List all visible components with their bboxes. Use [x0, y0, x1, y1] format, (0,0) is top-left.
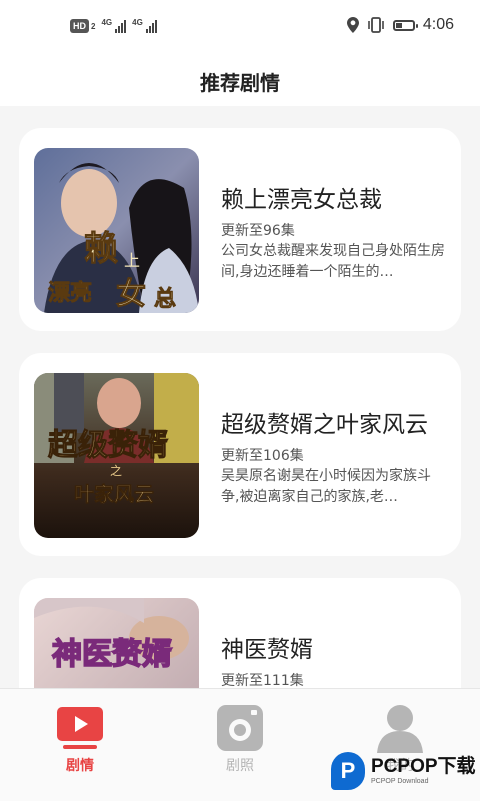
svg-text:女: 女 — [116, 277, 146, 312]
episode-count: 更新至111集 — [221, 673, 304, 689]
svg-text:神医赘婿: 神医赘婿 — [52, 637, 172, 672]
episode-count: 更新至96集 — [221, 223, 295, 239]
tab-label: 剧照 — [226, 758, 254, 774]
watermark-text: PCPOP下载 — [371, 755, 476, 777]
page-title: 推荐剧情 — [200, 70, 280, 95]
svg-text:叶家风云: 叶家风云 — [74, 482, 154, 506]
drama-description: 吴昊原名谢昊在小时候因为家族斗争,被迫离家自己的家族,老… — [221, 468, 431, 505]
battery-icon — [392, 19, 418, 31]
poster-title-line1: 赖 — [84, 229, 118, 269]
watermark-logo: P PCPOP下载 PCPOP Download — [331, 752, 476, 790]
drama-title[interactable]: 神医赘婿 — [221, 630, 313, 664]
signal-icon-sim1: 4G — [101, 19, 127, 33]
hd-badge: HD — [70, 19, 89, 33]
svg-text:上: 上 — [124, 251, 140, 270]
tab-stills[interactable]: 剧照 — [160, 689, 320, 801]
svg-text:之: 之 — [110, 464, 122, 478]
drama-poster[interactable]: 赖 上 漂亮 女 总 — [34, 148, 199, 313]
vibrate-icon — [368, 17, 384, 33]
signal-icon-sim2: 4G — [132, 19, 157, 33]
drama-poster[interactable]: 超级赘婿 之 叶家风云 — [34, 373, 199, 538]
drama-card[interactable]: 超级赘婿 之 叶家风云 超级赘婿之叶家风云 更新至106集 吴昊原名谢昊在小时候… — [19, 353, 461, 556]
status-bar: HD 2 4G 4G 4:06 — [0, 0, 480, 56]
location-icon — [346, 17, 359, 33]
svg-text:总: 总 — [154, 286, 176, 312]
drama-title[interactable]: 超级赘婿之叶家风云 — [221, 405, 428, 439]
play-video-icon — [57, 707, 103, 749]
user-icon — [377, 705, 423, 753]
watermark-subtext: PCPOP Download — [371, 777, 429, 785]
status-right: 4:06 — [346, 16, 454, 34]
episode-count: 更新至106集 — [221, 448, 304, 464]
pcpop-logo-icon: P — [331, 752, 365, 790]
camera-icon — [217, 705, 263, 751]
tab-drama[interactable]: 剧情 — [0, 689, 160, 801]
clock: 4:06 — [422, 16, 454, 33]
status-left: HD 2 4G 4G — [70, 19, 157, 33]
page-header: 推荐剧情 — [0, 56, 480, 106]
drama-title[interactable]: 赖上漂亮女总裁 — [221, 180, 382, 214]
svg-text:漂亮: 漂亮 — [48, 280, 92, 306]
drama-card[interactable]: 赖 上 漂亮 女 总 赖上漂亮女总裁 更新至96集 公司女总裁醒来发现自己身处陌… — [19, 128, 461, 331]
tab-label: 剧情 — [66, 758, 94, 774]
svg-text:超级赘婿: 超级赘婿 — [48, 428, 168, 463]
drama-description: 公司女总裁醒来发现自己身处陌生房间,身边还睡着一个陌生的… — [221, 243, 445, 280]
